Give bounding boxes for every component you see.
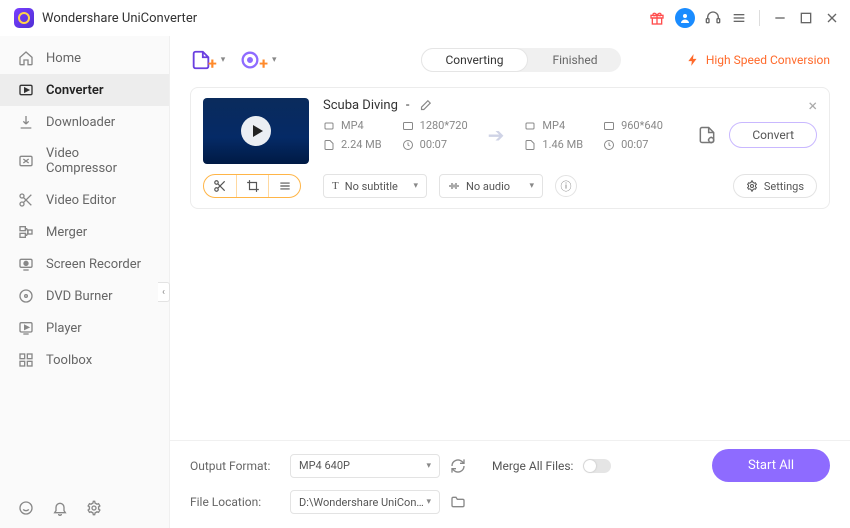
- app-title: Wondershare UniConverter: [42, 11, 197, 26]
- play-icon: [241, 116, 271, 146]
- recorder-icon: [18, 256, 34, 272]
- src-format: MP4: [341, 119, 364, 132]
- menu-icon[interactable]: [731, 10, 747, 26]
- effects-button[interactable]: [268, 175, 300, 197]
- titlebar: Wondershare UniConverter: [0, 0, 850, 36]
- download-icon: [18, 114, 34, 130]
- src-resolution: 1280*720: [420, 119, 468, 132]
- sidebar-item-label: Video Editor: [46, 193, 116, 208]
- sidebar-item-merger[interactable]: Merger: [0, 216, 169, 248]
- sidebar-item-label: Downloader: [46, 115, 115, 130]
- sidebar-item-downloader[interactable]: Downloader: [0, 106, 169, 138]
- sidebar-collapse[interactable]: ‹: [158, 282, 170, 302]
- sidebar-item-toolbox[interactable]: Toolbox: [0, 344, 169, 376]
- compressor-icon: [18, 153, 34, 169]
- sidebar-item-label: DVD Burner: [46, 289, 113, 304]
- convert-button[interactable]: Convert: [729, 122, 817, 148]
- dst-format: MP4: [542, 119, 565, 132]
- merge-label: Merge All Files:: [492, 459, 573, 473]
- chevron-down-icon: ▾: [221, 55, 226, 65]
- sidebar-item-player[interactable]: Player: [0, 312, 169, 344]
- output-format-select[interactable]: MP4 640P ▾: [290, 454, 440, 478]
- title-separator: -: [406, 98, 410, 113]
- file-title: Scuba Diving: [323, 98, 398, 113]
- trim-button[interactable]: [204, 175, 236, 197]
- sidebar-item-label: Video Compressor: [46, 146, 151, 176]
- dst-size: 1.46 MB: [542, 138, 583, 151]
- gift-icon[interactable]: [649, 10, 665, 26]
- sidebar-item-label: Converter: [46, 83, 104, 98]
- footer: Output Format: MP4 640P ▾ Merge All File…: [170, 440, 850, 528]
- maximize-icon[interactable]: [798, 10, 814, 26]
- crop-button[interactable]: [236, 175, 268, 197]
- rename-icon[interactable]: [418, 99, 432, 113]
- sidebar-item-home[interactable]: Home: [0, 42, 169, 74]
- tab-converting[interactable]: Converting: [421, 48, 529, 72]
- dst-resolution: 960*640: [621, 119, 663, 132]
- file-card: Scuba Diving - MP4 1280*720 2.24 MB 00:0…: [190, 87, 830, 209]
- sidebar-item-dvd[interactable]: DVD Burner: [0, 280, 169, 312]
- divider: [759, 10, 760, 26]
- src-duration: 00:07: [420, 138, 447, 151]
- src-size: 2.24 MB: [341, 138, 382, 151]
- info-icon[interactable]: ⓘ: [555, 175, 577, 197]
- toolbox-icon: [18, 352, 34, 368]
- add-file-button[interactable]: + ▾: [190, 46, 225, 73]
- merge-toggle[interactable]: [583, 459, 611, 473]
- user-avatar[interactable]: [675, 8, 695, 28]
- tab-finished[interactable]: Finished: [528, 48, 621, 72]
- app-logo: [14, 8, 34, 28]
- merger-icon: [18, 224, 34, 240]
- sidebar-item-label: Merger: [46, 225, 87, 240]
- arrow-right-icon: ➔: [478, 123, 515, 147]
- sidebar-item-converter[interactable]: Converter: [0, 74, 169, 106]
- converter-icon: [18, 82, 34, 98]
- output-settings-icon[interactable]: [697, 125, 717, 145]
- subtitle-select[interactable]: T No subtitle ▾: [323, 174, 427, 198]
- open-folder-icon[interactable]: [450, 494, 466, 510]
- close-icon[interactable]: [824, 10, 840, 26]
- sidebar-item-compressor[interactable]: Video Compressor: [0, 138, 169, 184]
- output-format-label: Output Format:: [190, 459, 280, 473]
- sidebar-item-recorder[interactable]: Screen Recorder: [0, 248, 169, 280]
- start-all-button[interactable]: Start All: [712, 449, 830, 482]
- high-speed-conversion[interactable]: High Speed Conversion: [686, 53, 830, 67]
- disc-icon: [18, 288, 34, 304]
- add-disc-button[interactable]: + ▾: [239, 46, 276, 73]
- scissors-icon: [18, 192, 34, 208]
- file-location-label: File Location:: [190, 495, 280, 509]
- file-settings-button[interactable]: Settings: [733, 174, 817, 198]
- remove-file-icon[interactable]: ×: [808, 96, 817, 115]
- file-location-select[interactable]: D:\Wondershare UniConverter ▾: [290, 490, 440, 514]
- toolbar: + ▾ + ▾ Converting Finished High Speed C…: [170, 36, 850, 81]
- sidebar-item-editor[interactable]: Video Editor: [0, 184, 169, 216]
- headset-icon[interactable]: [705, 10, 721, 26]
- sidebar-item-label: Player: [46, 321, 82, 336]
- chevron-down-icon: ▾: [272, 55, 277, 65]
- video-thumbnail[interactable]: [203, 98, 309, 164]
- sync-icon[interactable]: [450, 458, 466, 474]
- settings-icon[interactable]: [86, 500, 102, 516]
- bell-icon[interactable]: [52, 500, 68, 516]
- home-icon: [18, 50, 34, 66]
- sidebar-item-label: Screen Recorder: [46, 257, 141, 272]
- minimize-icon[interactable]: [772, 10, 788, 26]
- audio-select[interactable]: No audio ▾: [439, 174, 543, 198]
- dst-duration: 00:07: [621, 138, 648, 151]
- sidebar-item-label: Home: [46, 51, 81, 66]
- sidebar: Home Converter Downloader Video Compress…: [0, 36, 170, 528]
- sidebar-item-label: Toolbox: [46, 353, 92, 368]
- player-icon: [18, 320, 34, 336]
- feedback-icon[interactable]: [18, 500, 34, 516]
